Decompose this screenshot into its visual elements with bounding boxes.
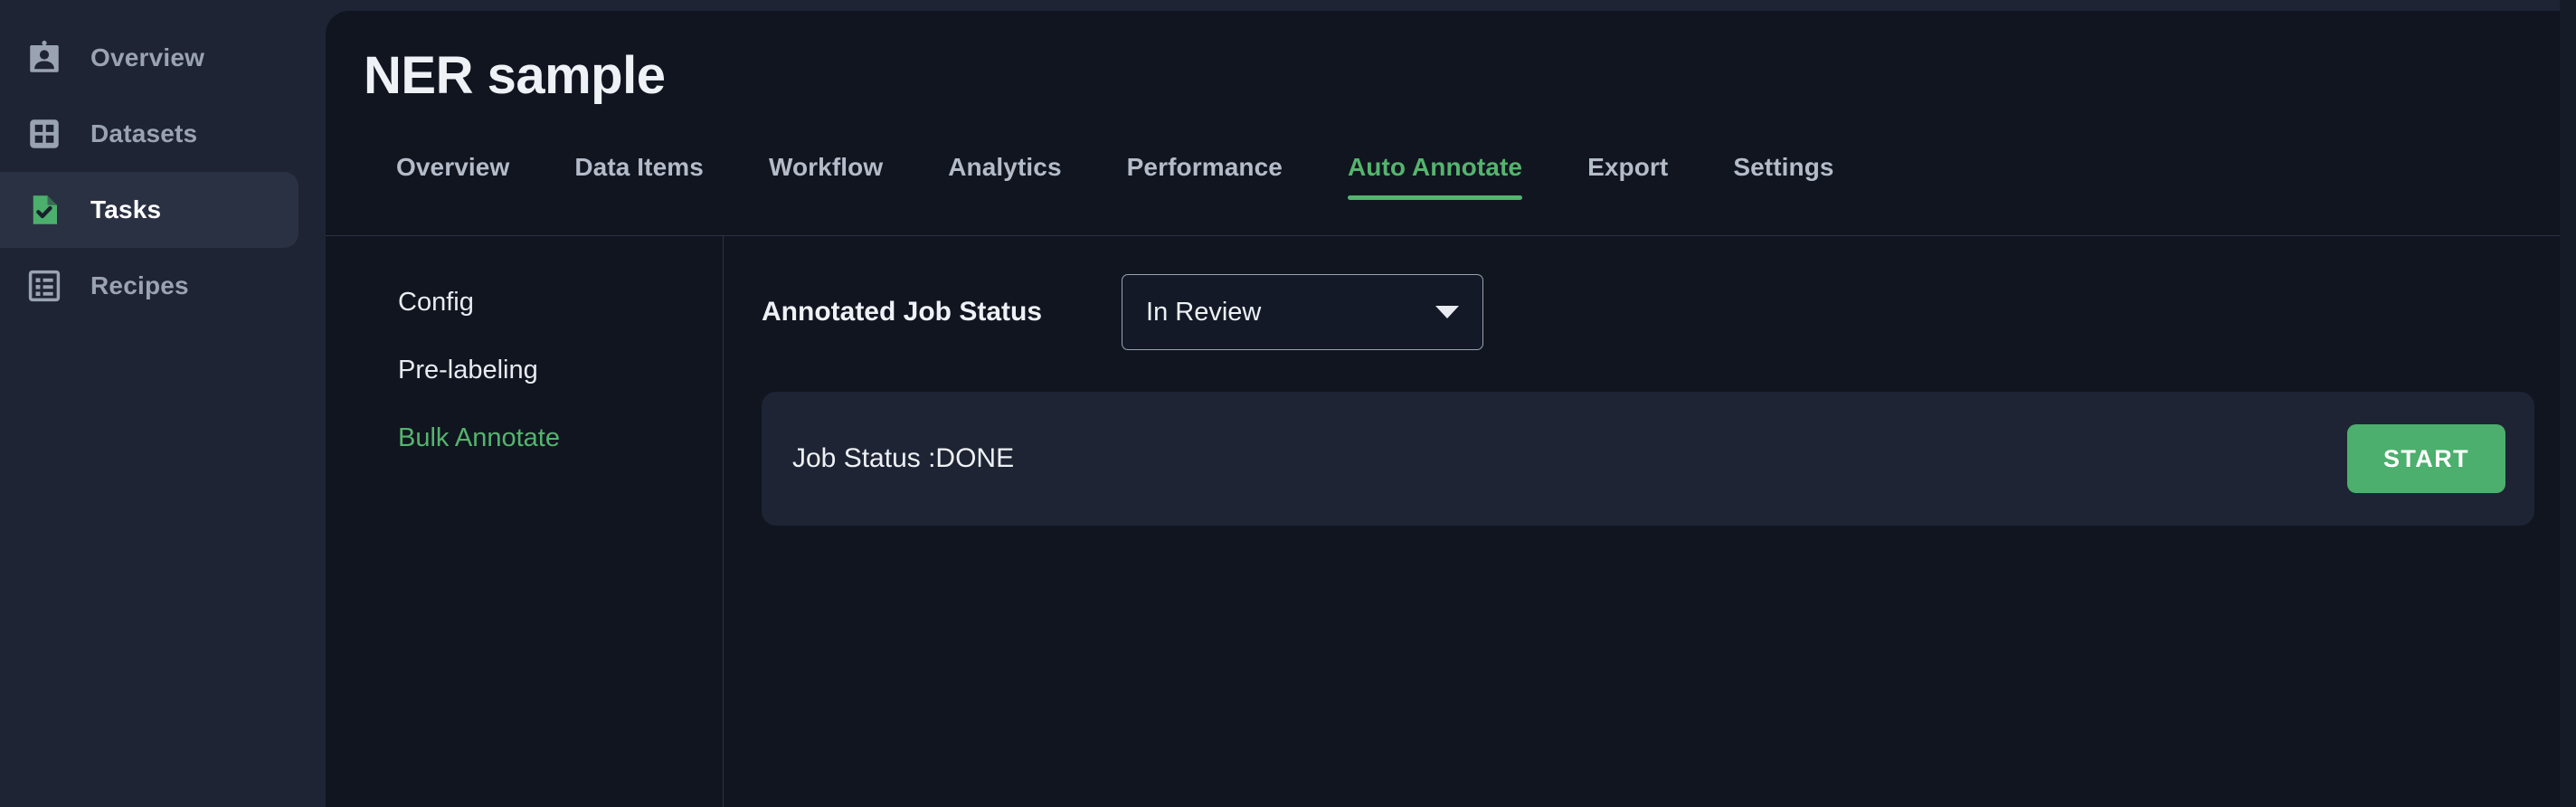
- id-badge-icon: [25, 39, 63, 77]
- sidebar-item-label: Recipes: [90, 271, 189, 299]
- tab-performance[interactable]: Performance: [1094, 153, 1315, 200]
- job-status-card: Job Status :DONE START: [762, 392, 2534, 526]
- tab-export[interactable]: Export: [1555, 153, 1700, 200]
- tab-bar: Overview Data Items Workflow Analytics P…: [364, 146, 2576, 200]
- start-button[interactable]: START: [2347, 424, 2505, 493]
- sidebar-item-label: Datasets: [90, 119, 198, 147]
- sidebar-item-tasks[interactable]: Tasks: [0, 172, 298, 248]
- sidebar: Overview Datasets Tasks Recipes: [0, 0, 326, 807]
- document-check-icon: [25, 191, 63, 229]
- annotated-job-status-value: In Review: [1146, 297, 1262, 327]
- annotated-job-status-row: Annotated Job Status In Review: [762, 274, 2534, 350]
- sidebar-item-recipes[interactable]: Recipes: [0, 248, 298, 324]
- tab-data-items[interactable]: Data Items: [542, 153, 736, 200]
- main-content-panel: NER sample Overview Data Items Workflow …: [326, 11, 2576, 807]
- tab-overview[interactable]: Overview: [364, 153, 542, 200]
- subnav-item-config[interactable]: Config: [326, 269, 723, 337]
- body-split: Config Pre-labeling Bulk Annotate Annota…: [326, 236, 2576, 807]
- chevron-down-icon: [1435, 306, 1460, 318]
- tab-auto-annotate[interactable]: Auto Annotate: [1315, 153, 1555, 200]
- sidebar-item-label: Overview: [90, 43, 205, 71]
- grid-table-icon: [25, 115, 63, 153]
- page-title: NER sample: [364, 46, 666, 105]
- annotated-job-status-select[interactable]: In Review: [1122, 274, 1484, 350]
- subnav-item-bulk-annotate[interactable]: Bulk Annotate: [326, 404, 723, 472]
- tab-analytics[interactable]: Analytics: [915, 153, 1094, 200]
- subnav-item-pre-labeling[interactable]: Pre-labeling: [326, 337, 723, 404]
- sidebar-item-overview[interactable]: Overview: [0, 20, 298, 96]
- sidebar-item-label: Tasks: [90, 195, 162, 223]
- tab-workflow[interactable]: Workflow: [736, 153, 915, 200]
- auto-annotate-content: Annotated Job Status In Review Job Statu…: [724, 236, 2576, 807]
- job-status-text: Job Status :DONE: [792, 443, 1015, 473]
- vertical-scrollbar[interactable]: [2560, 0, 2576, 807]
- annotated-job-status-label: Annotated Job Status: [762, 297, 1043, 327]
- tab-settings[interactable]: Settings: [1700, 153, 1866, 200]
- sub-navigation: Config Pre-labeling Bulk Annotate: [326, 236, 724, 807]
- sidebar-item-datasets[interactable]: Datasets: [0, 96, 298, 172]
- list-view-icon: [25, 267, 63, 305]
